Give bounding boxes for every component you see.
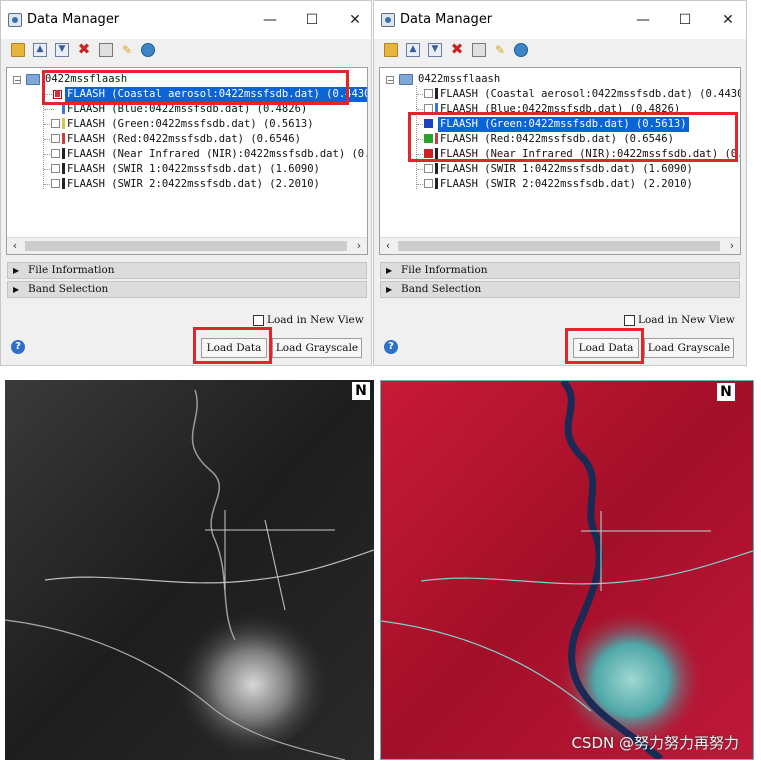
- expand-arrow-icon: ▶: [13, 266, 20, 275]
- band-label[interactable]: FLAASH (Green:0422mssfsdb.dat) (0.5613): [67, 117, 314, 132]
- band-label[interactable]: FLAASH (SWIR 1:0422mssfsdb.dat) (1.6090): [67, 162, 320, 177]
- data-manager-window-left: Data Manager — ☐ ✕ ▲ ▼ ✖ ✎ − 0422mssflaa…: [0, 0, 372, 366]
- minimize-button[interactable]: —: [632, 9, 654, 31]
- expand-arrow-icon: ▶: [386, 266, 393, 275]
- data-manager-app-icon: [8, 13, 22, 27]
- highlight-box: [193, 327, 272, 364]
- highlight-box: [408, 112, 738, 162]
- help-icon[interactable]: ?: [11, 340, 25, 354]
- highlight-box: [42, 70, 349, 105]
- close-all-files-icon[interactable]: [99, 43, 113, 57]
- window-title: Data Manager: [400, 12, 493, 27]
- title-bar: Data Manager — ☐ ✕: [374, 1, 746, 39]
- tree-expander[interactable]: −: [13, 76, 21, 85]
- minimize-button[interactable]: —: [259, 9, 281, 31]
- tree-root[interactable]: 0422mssflaash: [418, 72, 500, 87]
- folder-icon: [26, 74, 40, 85]
- tree-expander[interactable]: −: [386, 76, 394, 85]
- load-in-new-view-label: Load in New View: [638, 314, 735, 326]
- maximize-button[interactable]: ☐: [674, 9, 696, 31]
- false-color-image-view[interactable]: N CSDN @努力努力再努力: [380, 380, 754, 760]
- band-selection-section[interactable]: ▶ Band Selection: [380, 281, 740, 298]
- expand-all-icon[interactable]: ▲: [406, 43, 420, 57]
- title-bar: Data Manager — ☐ ✕: [1, 1, 371, 39]
- expand-all-icon[interactable]: ▲: [33, 43, 47, 57]
- band-color-swatch: [62, 178, 65, 189]
- scroll-right-icon[interactable]: ›: [724, 238, 740, 254]
- pin-icon[interactable]: ✎: [120, 43, 134, 57]
- watermark-text: CSDN @努力努力再努力: [571, 734, 739, 752]
- load-in-new-view-checkbox[interactable]: [624, 315, 635, 326]
- collapse-all-icon[interactable]: ▼: [55, 43, 69, 57]
- band-selection-section[interactable]: ▶ Band Selection: [7, 281, 367, 298]
- band-color-swatch: [62, 118, 65, 129]
- toolbar: ▲ ▼ ✖ ✎: [1, 39, 371, 63]
- file-information-section[interactable]: ▶ File Information: [380, 262, 740, 279]
- close-button[interactable]: ✕: [717, 9, 739, 31]
- data-manager-app-icon: [381, 13, 395, 27]
- globe-icon[interactable]: [141, 43, 155, 57]
- band-checkbox[interactable]: [51, 149, 60, 158]
- band-color-swatch: [435, 163, 438, 174]
- north-arrow-icon: N: [717, 383, 735, 401]
- band-color-swatch: [62, 133, 65, 144]
- scroll-left-icon[interactable]: ‹: [380, 238, 396, 254]
- pin-icon[interactable]: ✎: [493, 43, 507, 57]
- close-file-icon[interactable]: ✖: [77, 42, 91, 57]
- folder-icon: [399, 74, 413, 85]
- file-information-section[interactable]: ▶ File Information: [7, 262, 367, 279]
- scrollbar-thumb[interactable]: [25, 241, 347, 251]
- window-title: Data Manager: [27, 12, 120, 27]
- section-label: File Information: [28, 264, 115, 276]
- help-icon[interactable]: ?: [384, 340, 398, 354]
- grayscale-image-view[interactable]: N: [5, 380, 374, 760]
- collapse-all-icon[interactable]: ▼: [428, 43, 442, 57]
- band-label[interactable]: FLAASH (Red:0422mssfsdb.dat) (0.6546): [67, 132, 301, 147]
- band-color-swatch: [435, 88, 438, 99]
- open-file-icon[interactable]: [384, 43, 398, 57]
- globe-icon[interactable]: [514, 43, 528, 57]
- band-label[interactable]: FLAASH (SWIR 1:0422mssfsdb.dat) (1.6090): [440, 162, 693, 177]
- close-all-files-icon[interactable]: [472, 43, 486, 57]
- scroll-left-icon[interactable]: ‹: [7, 238, 23, 254]
- band-color-swatch: [435, 178, 438, 189]
- load-in-new-view-label: Load in New View: [267, 314, 364, 326]
- band-label[interactable]: FLAASH (SWIR 2:0422mssfsdb.dat) (2.2010): [440, 177, 693, 192]
- toolbar: ▲ ▼ ✖ ✎: [374, 39, 746, 63]
- grayscale-satellite-image: [5, 380, 374, 760]
- expand-arrow-icon: ▶: [386, 285, 393, 294]
- close-button[interactable]: ✕: [344, 9, 366, 31]
- scroll-right-icon[interactable]: ›: [351, 238, 367, 254]
- highlight-box: [565, 328, 644, 364]
- section-label: Band Selection: [401, 283, 482, 295]
- expand-arrow-icon: ▶: [13, 285, 20, 294]
- false-color-satellite-image: [381, 381, 753, 759]
- band-checkbox[interactable]: [51, 164, 60, 173]
- maximize-button[interactable]: ☐: [301, 9, 323, 31]
- band-label[interactable]: FLAASH (Coastal aerosol:0422mssfsdb.dat)…: [440, 87, 740, 102]
- band-label[interactable]: FLAASH (Near Infrared (NIR):0422mssfsdb.…: [67, 147, 367, 162]
- section-label: File Information: [401, 264, 488, 276]
- band-checkbox[interactable]: [51, 119, 60, 128]
- band-color-swatch: [62, 148, 65, 159]
- band-checkbox[interactable]: [51, 134, 60, 143]
- north-arrow-icon: N: [352, 382, 370, 400]
- section-label: Band Selection: [28, 283, 109, 295]
- scrollbar-thumb[interactable]: [398, 241, 720, 251]
- band-checkbox[interactable]: [424, 164, 433, 173]
- close-file-icon[interactable]: ✖: [450, 42, 464, 57]
- horizontal-scrollbar[interactable]: ‹ ›: [380, 237, 740, 254]
- load-grayscale-button[interactable]: Load Grayscale: [272, 338, 362, 358]
- open-file-icon[interactable]: [11, 43, 25, 57]
- band-checkbox[interactable]: [424, 89, 433, 98]
- band-label[interactable]: FLAASH (SWIR 2:0422mssfsdb.dat) (2.2010): [67, 177, 320, 192]
- load-grayscale-button[interactable]: Load Grayscale: [644, 338, 734, 358]
- band-checkbox[interactable]: [51, 179, 60, 188]
- data-manager-window-right: Data Manager — ☐ ✕ ▲ ▼ ✖ ✎ − 0422mssflaa…: [373, 0, 747, 366]
- load-in-new-view-checkbox[interactable]: [253, 315, 264, 326]
- band-color-swatch: [62, 163, 65, 174]
- horizontal-scrollbar[interactable]: ‹ ›: [7, 237, 367, 254]
- band-checkbox[interactable]: [424, 179, 433, 188]
